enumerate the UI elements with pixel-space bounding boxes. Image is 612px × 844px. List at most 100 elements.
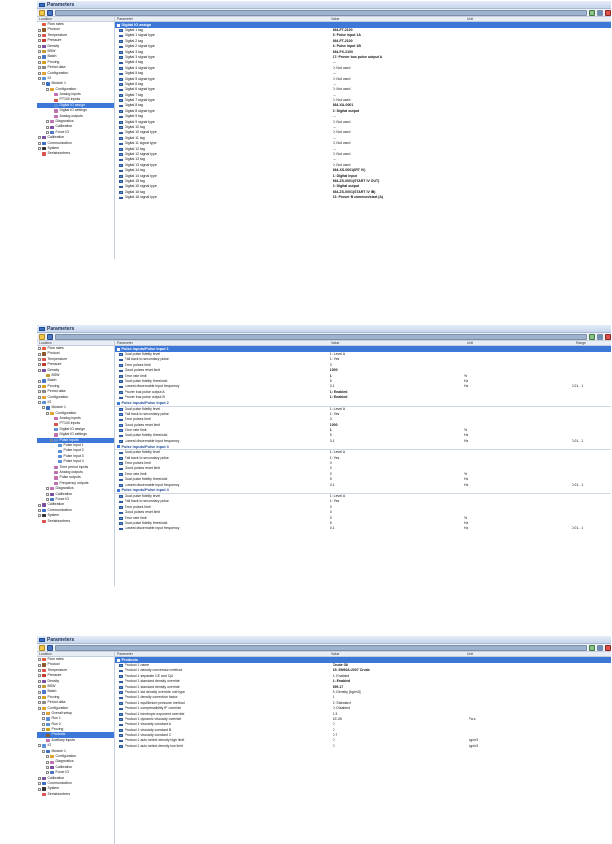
expand-toggle-icon[interactable]	[42, 717, 45, 721]
parameter-value[interactable]: 0	[333, 744, 469, 749]
tree-node[interactable]: Serialnumbers	[37, 792, 114, 797]
table-icon[interactable]	[597, 333, 603, 340]
save-icon[interactable]	[47, 644, 53, 651]
expand-toggle-icon[interactable]	[38, 368, 41, 372]
expand-toggle-icon[interactable]	[46, 766, 49, 769]
open-folder-icon[interactable]	[39, 644, 45, 651]
close-icon[interactable]	[605, 333, 611, 340]
expand-toggle-icon[interactable]	[38, 695, 41, 699]
expand-toggle-icon[interactable]	[38, 33, 41, 37]
expand-toggle-icon[interactable]	[46, 492, 49, 496]
expand-toggle-icon[interactable]	[38, 395, 41, 399]
header-unit[interactable]: Unit	[467, 341, 576, 345]
expand-toggle-icon[interactable]	[38, 347, 41, 351]
parameter-row[interactable]: Prover bus pulse output B 1: Enabled	[115, 395, 611, 400]
expand-toggle-icon[interactable]	[46, 771, 49, 775]
add-icon[interactable]	[589, 333, 595, 340]
close-icon[interactable]	[605, 9, 611, 16]
expand-toggle-icon[interactable]	[38, 503, 41, 507]
expand-toggle-icon[interactable]	[46, 760, 49, 764]
expand-toggle-icon[interactable]	[38, 357, 41, 361]
table-icon[interactable]	[597, 644, 603, 651]
parameter-row[interactable]: Lowest discernable input frequency 0.1 Hz 0…	[115, 483, 611, 488]
header-unit[interactable]: Unit	[467, 652, 576, 656]
expand-toggle-icon[interactable]	[46, 498, 49, 502]
expand-toggle-icon[interactable]	[38, 787, 41, 791]
parameter-value[interactable]: 0.1	[330, 526, 464, 531]
parameter-value[interactable]: 0.1	[330, 439, 464, 444]
expand-toggle-icon[interactable]	[42, 712, 45, 716]
header-value[interactable]: Value	[331, 341, 467, 345]
expand-toggle-icon[interactable]	[38, 744, 41, 748]
expand-toggle-icon[interactable]	[46, 87, 49, 91]
expand-toggle-icon[interactable]	[38, 508, 41, 512]
expand-toggle-icon[interactable]	[38, 685, 41, 689]
expand-toggle-icon[interactable]	[38, 690, 41, 694]
expand-toggle-icon[interactable]	[46, 411, 49, 415]
expand-toggle-icon[interactable]	[38, 352, 41, 356]
expand-toggle-icon[interactable]	[38, 141, 41, 145]
grid-icon[interactable]	[55, 644, 587, 651]
add-icon[interactable]	[589, 644, 595, 651]
tree-node[interactable]: Serialnumbers	[37, 519, 114, 524]
expand-toggle-icon[interactable]	[38, 147, 41, 151]
expand-toggle-icon[interactable]	[38, 390, 41, 394]
expand-toggle-icon[interactable]	[50, 438, 53, 442]
header-unit[interactable]: Unit	[467, 17, 576, 21]
expand-toggle-icon[interactable]	[38, 66, 41, 70]
expand-toggle-icon[interactable]	[38, 701, 41, 705]
expand-toggle-icon[interactable]	[46, 755, 49, 759]
expand-toggle-icon[interactable]	[38, 60, 41, 64]
expand-toggle-icon[interactable]	[38, 782, 41, 786]
parameter-row[interactable]: Lowest discernable input frequency 0.1 Hz 0…	[115, 439, 611, 444]
parameter-row[interactable]: Lowest discernable input frequency 0.1 Hz 0…	[115, 526, 611, 531]
header-parameter[interactable]: Parameter	[117, 652, 331, 656]
expand-toggle-icon[interactable]	[38, 384, 41, 388]
expand-toggle-icon[interactable]	[38, 658, 41, 662]
save-icon[interactable]	[47, 9, 53, 16]
open-folder-icon[interactable]	[39, 9, 45, 16]
parameter-row[interactable]: Digital 16 signal type 21: Prover B commo…	[115, 195, 611, 200]
save-icon[interactable]	[47, 333, 53, 340]
expand-toggle-icon[interactable]	[38, 679, 41, 683]
expand-toggle-icon[interactable]	[42, 749, 45, 753]
close-icon[interactable]	[605, 644, 611, 651]
expand-toggle-icon[interactable]	[38, 28, 41, 32]
expand-toggle-icon[interactable]	[42, 82, 45, 86]
expand-toggle-icon[interactable]	[38, 514, 41, 518]
expand-toggle-icon[interactable]	[46, 487, 49, 491]
expand-toggle-icon[interactable]	[38, 668, 41, 672]
expand-toggle-icon[interactable]	[38, 363, 41, 367]
header-range[interactable]: Range	[576, 341, 586, 345]
parameter-value[interactable]: 21: Prover B common/start (A)	[333, 195, 469, 200]
expand-toggle-icon[interactable]	[46, 120, 49, 124]
expand-toggle-icon[interactable]	[38, 39, 41, 43]
expand-toggle-icon[interactable]	[38, 77, 41, 81]
tree-node[interactable]: Serialnumbers	[37, 151, 114, 156]
grid-icon[interactable]	[55, 9, 587, 16]
header-parameter[interactable]: Parameter	[117, 341, 331, 345]
expand-toggle-icon[interactable]	[38, 71, 41, 75]
parameter-row[interactable]: Product 1 auto select density low limit 0…	[115, 744, 611, 749]
grid-icon[interactable]	[55, 333, 587, 340]
expand-toggle-icon[interactable]	[38, 706, 41, 710]
expand-toggle-icon[interactable]	[38, 50, 41, 54]
expand-toggle-icon[interactable]	[38, 776, 41, 780]
expand-toggle-icon[interactable]	[46, 125, 49, 129]
expand-toggle-icon[interactable]	[42, 406, 45, 410]
expand-toggle-icon[interactable]	[38, 401, 41, 405]
add-icon[interactable]	[589, 9, 595, 16]
expand-toggle-icon[interactable]	[38, 55, 41, 59]
expand-toggle-icon[interactable]	[42, 728, 45, 732]
header-value[interactable]: Value	[331, 652, 467, 656]
expand-toggle-icon[interactable]	[46, 131, 49, 134]
parameter-value[interactable]: 0.1	[330, 483, 464, 488]
open-folder-icon[interactable]	[39, 333, 45, 340]
header-parameter[interactable]: Parameter	[117, 17, 331, 21]
expand-toggle-icon[interactable]	[38, 44, 41, 48]
expand-toggle-icon[interactable]	[38, 379, 41, 383]
expand-toggle-icon[interactable]	[38, 663, 41, 667]
expand-toggle-icon[interactable]	[42, 722, 45, 726]
table-icon[interactable]	[597, 9, 603, 16]
parameter-value[interactable]: 1: Enabled	[330, 395, 464, 400]
